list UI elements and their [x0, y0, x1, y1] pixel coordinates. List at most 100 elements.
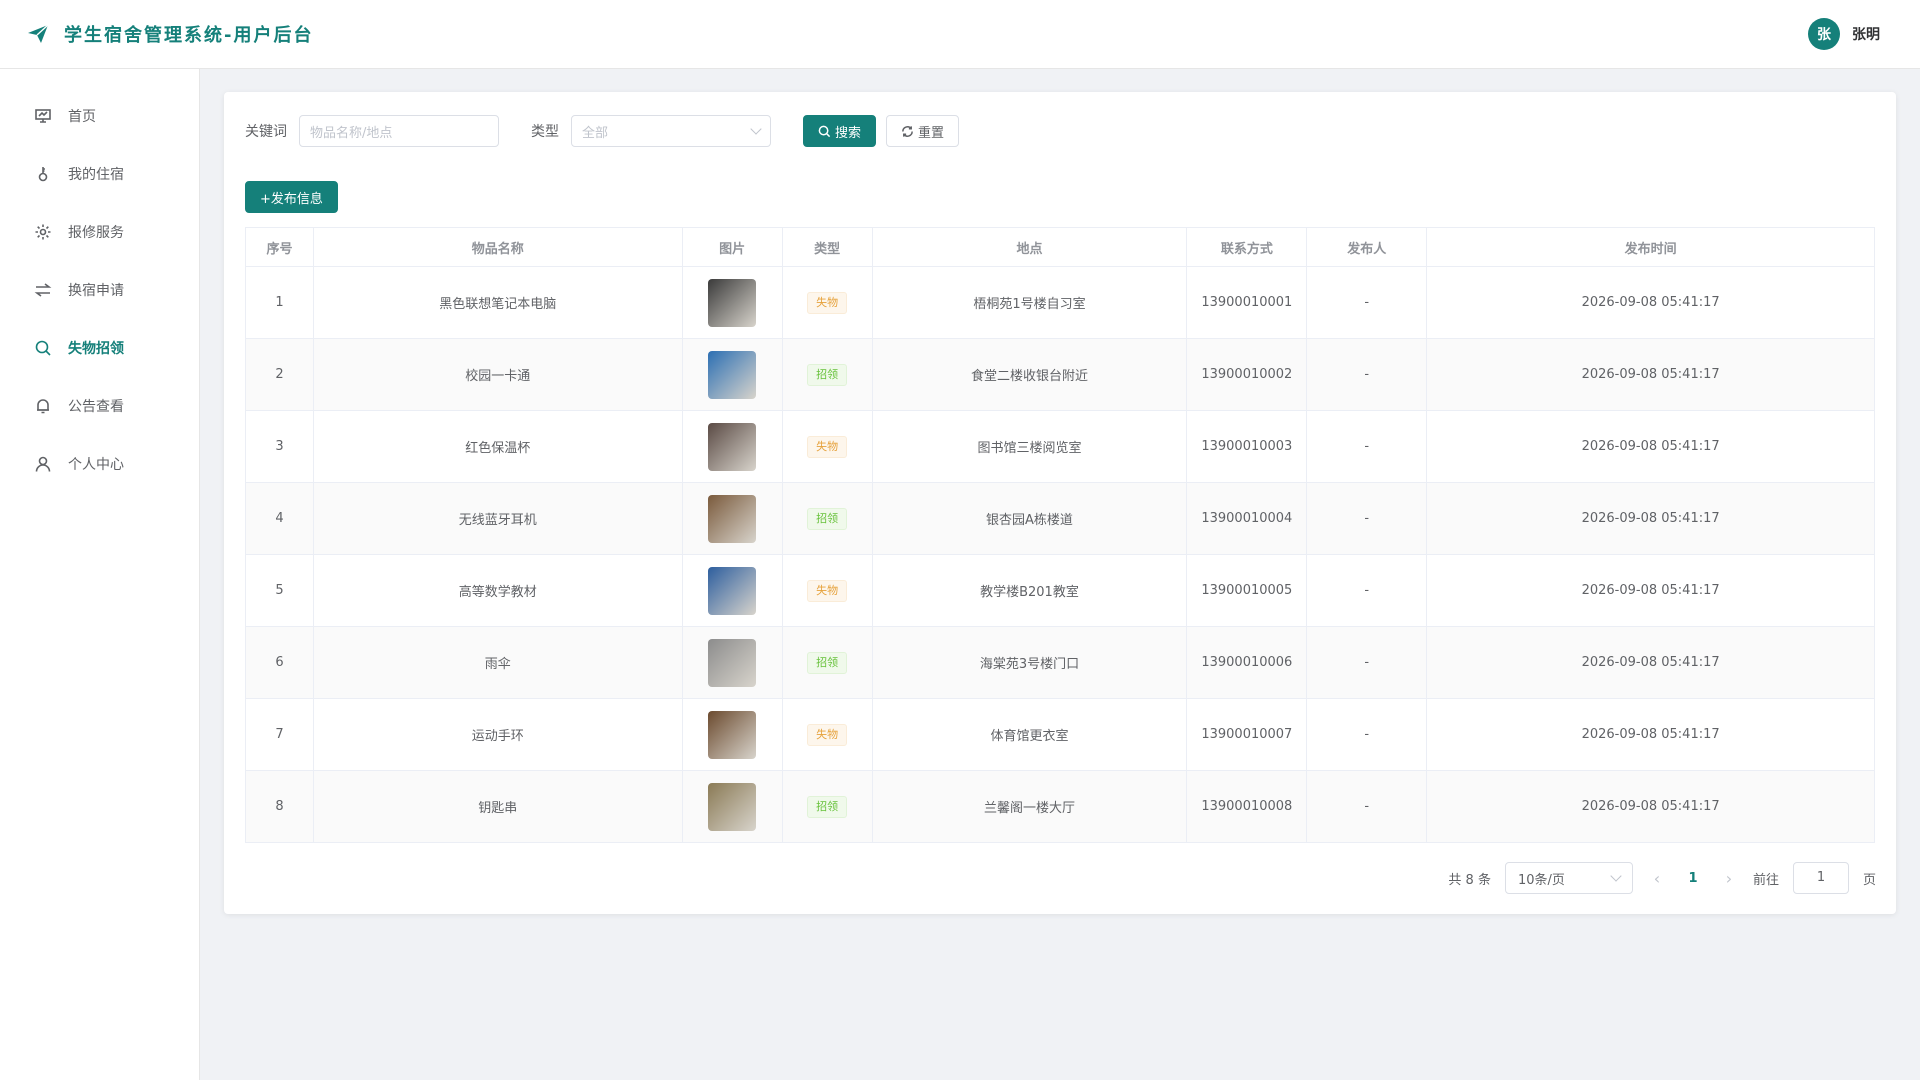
chevron-down-icon [1610, 870, 1622, 882]
item-place: 海棠苑3号楼门口 [871, 626, 1188, 699]
item-thumbnail[interactable] [708, 278, 757, 327]
table-body: 1 黑色联想笔记本电脑 失物 梧桐苑1号楼自习室 13900010001-2026-09… [245, 266, 1875, 843]
item-image [681, 338, 783, 411]
item-type: 失物 [781, 266, 873, 339]
item-thumbnail[interactable] [708, 422, 757, 471]
item-type: 招领 [781, 626, 873, 699]
avatar[interactable]: 张 [1808, 18, 1840, 50]
keyword-label: 关键词 [245, 124, 287, 140]
col-header-time: 发布时间 [1426, 227, 1875, 267]
user-name[interactable]: 张明 [1852, 24, 1880, 44]
type-tag: 招领 [807, 507, 848, 530]
swap-icon [34, 281, 52, 299]
type-select-value: 全部 [582, 125, 609, 141]
keyword-input[interactable]: 物品名称/地点 [299, 115, 499, 147]
type-select[interactable]: 全部 [571, 115, 771, 147]
item-type: 招领 [781, 338, 873, 411]
item-time: 2026-09-08 05:41:17 [1426, 266, 1875, 339]
sidebar-item-label: 报修服务 [68, 225, 124, 241]
table-row[interactable]: 7 运动手环 失物 体育馆更衣室 13900010007-2026-09-08 05:4… [245, 698, 1875, 771]
search-button-label: 搜索 [835, 125, 862, 141]
page-size-value: 10条/页 [1517, 872, 1565, 888]
refresh-icon [902, 125, 913, 137]
goto-page-input[interactable]: 1 [1792, 862, 1849, 894]
row-no: 5 [245, 554, 314, 627]
paper-plane-icon [28, 24, 49, 43]
table-row[interactable]: 2 校园一卡通 招领 食堂二楼收银台附近 13900010002-2026-09-08 … [245, 338, 1875, 411]
item-image [681, 266, 783, 339]
row-no: 8 [245, 770, 314, 843]
user-icon [34, 455, 52, 473]
type-tag: 失物 [807, 723, 848, 746]
col-header-place: 地点 [871, 227, 1188, 267]
prev-page-icon[interactable]: ‹ [1647, 868, 1667, 888]
search-icon [34, 339, 52, 357]
top-header: 学生宿舍管理系统-用户后台 张 张明 [0, 0, 1920, 69]
item-publisher: - [1306, 554, 1428, 627]
page-size-select[interactable]: 10条/页 [1504, 862, 1633, 894]
item-name: 高等数学教材 [312, 554, 683, 627]
item-type: 失物 [781, 554, 873, 627]
table-row[interactable]: 8 钥匙串 招领 兰馨阁一楼大厅 13900010008-2026-09-08 05:4… [245, 770, 1875, 843]
table-row[interactable]: 4 无线蓝牙耳机 招领 银杏园A栋楼道 13900010004-2026-09-08 0… [245, 482, 1875, 555]
type-tag: 招领 [807, 363, 848, 386]
table-row[interactable]: 5 高等数学教材 失物 教学楼B201教室 13900010005-2026-09-08… [245, 554, 1875, 627]
bell-icon [34, 397, 52, 415]
page-suffix: 页 [1862, 872, 1876, 888]
search-button[interactable]: 搜索 [803, 115, 877, 147]
next-page-icon[interactable]: › [1719, 868, 1739, 888]
type-tag: 招领 [807, 651, 848, 674]
item-thumbnail[interactable] [708, 710, 757, 759]
item-contact: 13900010006 [1186, 626, 1308, 699]
item-thumbnail[interactable] [708, 494, 757, 543]
item-publisher: - [1306, 338, 1428, 411]
item-image [681, 626, 783, 699]
user-menu[interactable]: 张 张明 [1808, 18, 1880, 50]
item-thumbnail[interactable] [708, 782, 757, 831]
sidebar-item-my-dorm[interactable]: 我的住宿 [0, 145, 199, 203]
sidebar-item-home[interactable]: 首页 [0, 87, 199, 145]
item-contact: 13900010003 [1186, 410, 1308, 483]
item-thumbnail[interactable] [708, 350, 757, 399]
sidebar-item-notices[interactable]: 公告查看 [0, 377, 199, 435]
item-contact: 13900010001 [1186, 266, 1308, 339]
type-tag: 失物 [807, 291, 848, 314]
item-thumbnail[interactable] [708, 566, 757, 615]
item-image [681, 554, 783, 627]
item-publisher: - [1306, 410, 1428, 483]
table-row[interactable]: 1 黑色联想笔记本电脑 失物 梧桐苑1号楼自习室 13900010001-2026-09… [245, 266, 1875, 339]
sidebar-item-label: 公告查看 [68, 399, 124, 415]
pagination: 共 8 条 10条/页 ‹ 1 › 前往 1 页 [1448, 862, 1876, 894]
type-tag: 失物 [807, 435, 848, 458]
item-thumbnail[interactable] [708, 638, 757, 687]
item-time: 2026-09-08 05:41:17 [1426, 626, 1875, 699]
item-time: 2026-09-08 05:41:17 [1426, 410, 1875, 483]
item-contact: 13900010002 [1186, 338, 1308, 411]
table-row[interactable]: 6 雨伞 招领 海棠苑3号楼门口 13900010006-2026-09-08 05:4… [245, 626, 1875, 699]
sidebar-item-profile[interactable]: 个人中心 [0, 435, 199, 493]
publish-row: +发布信息 [245, 181, 1875, 213]
page-number-current[interactable]: 1 [1681, 871, 1705, 886]
reset-button[interactable]: 重置 [886, 115, 960, 147]
item-place: 银杏园A栋楼道 [871, 482, 1188, 555]
row-no: 6 [245, 626, 314, 699]
col-header-name: 物品名称 [312, 227, 683, 267]
app-title: 学生宿舍管理系统-用户后台 [64, 25, 314, 46]
brand[interactable]: 学生宿舍管理系统-用户后台 [26, 21, 313, 47]
item-place: 兰馨阁一楼大厅 [871, 770, 1188, 843]
gear-icon [34, 223, 52, 241]
lost-found-table: 序号 物品名称 图片 类型 地点 联系方式 发布人 发布时间 1 黑色联想笔记本电… [245, 227, 1875, 843]
sidebar-item-dorm-change[interactable]: 换宿申请 [0, 261, 199, 319]
item-publisher: - [1306, 266, 1428, 339]
item-publisher: - [1306, 626, 1428, 699]
sidebar-item-lost-found[interactable]: 失物招领 [0, 319, 199, 377]
item-time: 2026-09-08 05:41:17 [1426, 554, 1875, 627]
sidebar-item-repair[interactable]: 报修服务 [0, 203, 199, 261]
item-type: 招领 [781, 482, 873, 555]
item-name: 钥匙串 [312, 770, 683, 843]
type-tag: 招领 [807, 795, 848, 818]
item-place: 体育馆更衣室 [871, 698, 1188, 771]
table-row[interactable]: 3 红色保温杯 失物 图书馆三楼阅览室 13900010003-2026-09-08 0… [245, 410, 1875, 483]
sidebar-item-label: 换宿申请 [68, 283, 124, 299]
publish-button[interactable]: +发布信息 [245, 181, 338, 213]
